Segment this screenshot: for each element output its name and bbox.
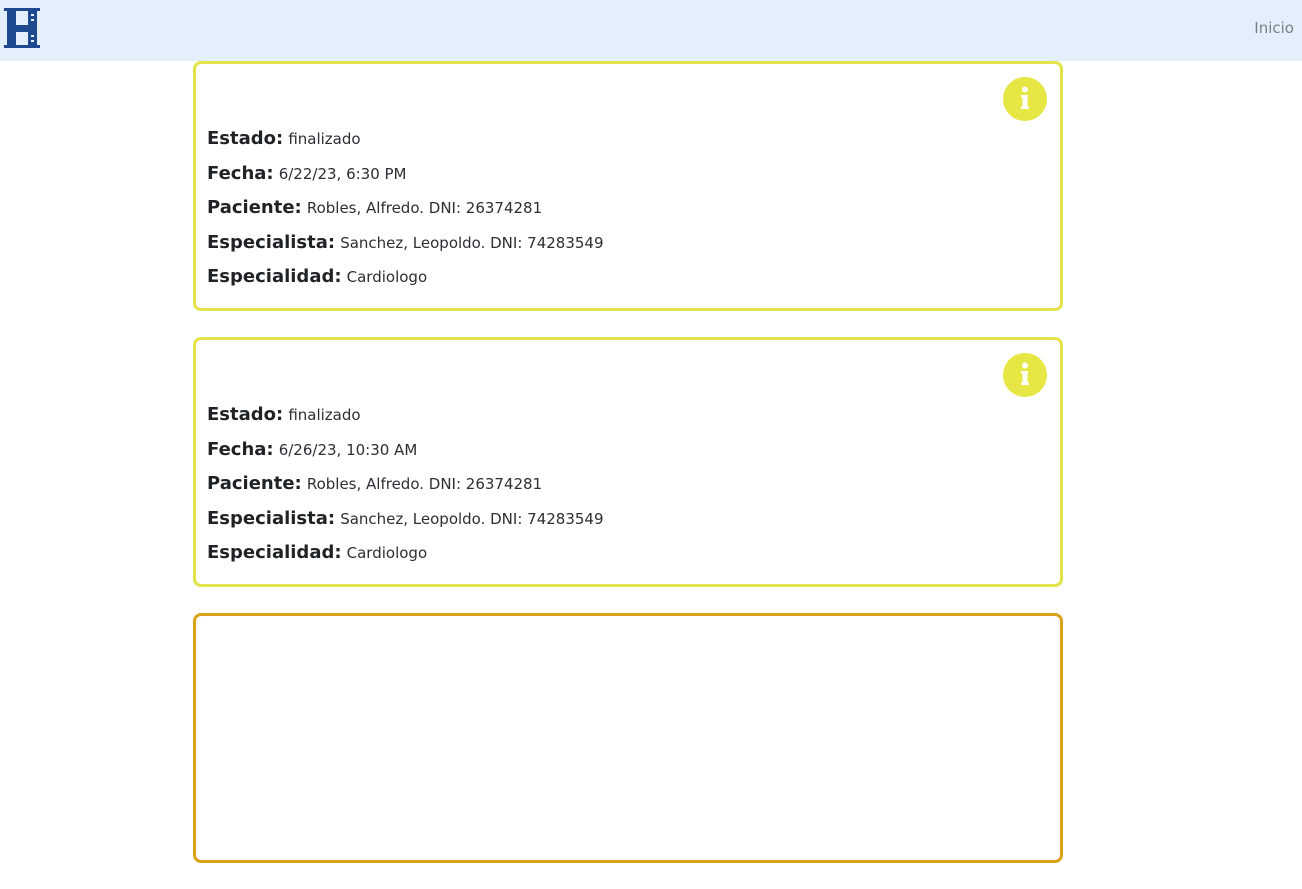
field-estado: Estado: finalizado: [207, 402, 604, 437]
fecha-value: 6/26/23, 10:30 AM: [278, 440, 418, 459]
especialista-value: Sanchez, Leopoldo. DNI: 74283549: [340, 233, 604, 252]
field-especialidad: Especialidad: Cardiologo: [207, 540, 604, 575]
field-fecha: Fecha: 6/26/23, 10:30 AM: [207, 437, 604, 472]
especialidad-label: Especialidad:: [207, 266, 342, 287]
estado-label: Estado:: [207, 128, 284, 149]
info-button[interactable]: [1003, 353, 1047, 397]
turnos-list: Estado: finalizado Fecha: 6/22/23, 6:30 …: [193, 61, 1063, 889]
especialista-label: Especialista:: [207, 231, 336, 253]
estado-value: finalizado: [288, 130, 361, 148]
paciente-value: Robles, Alfredo. DNI: 26374281: [306, 199, 543, 217]
especialidad-value: Cardiologo: [346, 544, 428, 562]
turno-fields: Estado: finalizado Fecha: 6/22/23, 6:30 …: [207, 126, 604, 299]
turno-card: Estado: finalizado Fecha: 6/22/23, 6:30 …: [193, 61, 1063, 311]
field-especialista: Especialista: Sanchez, Leopoldo. DNI: 74…: [207, 506, 604, 541]
field-especialidad: Especialidad: Cardiologo: [207, 264, 604, 299]
fecha-label: Fecha:: [207, 162, 274, 184]
field-fecha: Fecha: 6/22/23, 6:30 PM: [207, 161, 604, 196]
fecha-value: 6/22/23, 6:30 PM: [278, 164, 407, 183]
estado-label: Estado:: [207, 404, 284, 425]
hospital-logo-icon[interactable]: [4, 8, 40, 48]
field-especialista: Especialista: Sanchez, Leopoldo. DNI: 74…: [207, 230, 604, 265]
navbar: Inicio: [0, 0, 1302, 61]
especialidad-label: Especialidad:: [207, 542, 342, 563]
especialista-value: Sanchez, Leopoldo. DNI: 74283549: [340, 509, 604, 528]
turno-fields: Estado: finalizado Fecha: 6/26/23, 10:30…: [207, 402, 604, 575]
especialista-label: Especialista:: [207, 507, 336, 529]
field-estado: Estado: finalizado: [207, 126, 604, 161]
field-paciente: Paciente: Robles, Alfredo. DNI: 26374281: [207, 471, 604, 506]
info-icon: [1021, 362, 1029, 385]
turno-card: Estado: finalizado Fecha: 6/26/23, 10:30…: [193, 337, 1063, 587]
field-paciente: Paciente: Robles, Alfredo. DNI: 26374281: [207, 195, 604, 230]
turno-card: [193, 613, 1063, 863]
estado-value: finalizado: [288, 406, 361, 424]
paciente-label: Paciente:: [207, 197, 302, 218]
fecha-label: Fecha:: [207, 438, 274, 460]
nav-inicio-link[interactable]: Inicio: [1254, 19, 1294, 37]
info-icon: [1021, 86, 1029, 109]
paciente-label: Paciente:: [207, 473, 302, 494]
paciente-value: Robles, Alfredo. DNI: 26374281: [306, 475, 543, 493]
info-button[interactable]: [1003, 77, 1047, 121]
especialidad-value: Cardiologo: [346, 268, 428, 286]
